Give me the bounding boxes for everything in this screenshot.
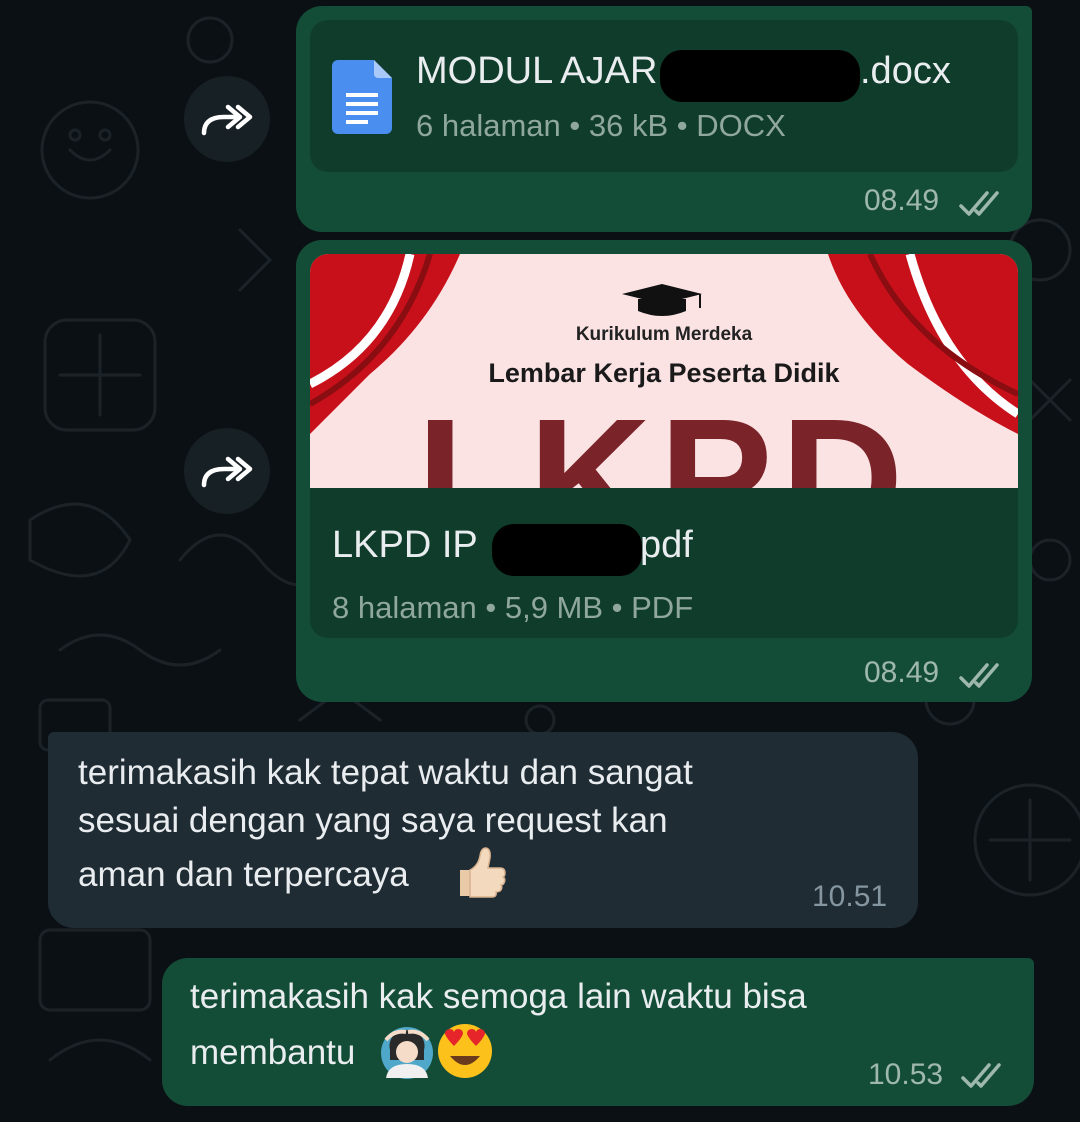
message-bubble-incoming[interactable]: terimakasih kak tepat waktu dan sangat s… — [48, 732, 918, 928]
message-time: 10.53 — [868, 1058, 944, 1091]
message-time: 10.51 — [812, 880, 888, 913]
message-bubble-document[interactable]: MODUL AJAR .docx 6 halaman • 36 kB • DOC… — [296, 6, 1032, 232]
heart-eyes-emoji — [438, 1024, 492, 1078]
redaction-mark — [660, 50, 860, 102]
woman-gesturing-ok-emoji — [381, 1027, 433, 1079]
forward-button[interactable] — [184, 428, 270, 514]
thumbs-up-emoji — [460, 847, 506, 898]
message-text-line: membantu — [190, 1033, 356, 1072]
forward-arrow-icon — [201, 104, 253, 136]
document-meta: 8 halaman • 5,9 MB • PDF — [332, 590, 694, 625]
double-check-icon — [959, 663, 999, 688]
message-text-line: terimakasih kak tepat waktu dan sangat — [78, 753, 693, 792]
forward-button[interactable] — [184, 76, 270, 162]
message-bubble-document-preview[interactable]: Kurikulum Merdeka Lembar Kerja Peserta D… — [296, 240, 1032, 702]
redaction-mark — [492, 524, 642, 576]
preview-subtitle: Kurikulum Merdeka — [575, 324, 753, 345]
message-time: 08.49 — [864, 656, 940, 689]
document-name-end: pdf — [640, 524, 693, 566]
document-card[interactable]: MODUL AJAR .docx 6 halaman • 36 kB • DOC… — [310, 20, 1018, 172]
message-time: 08.49 — [864, 184, 940, 217]
document-card[interactable]: Kurikulum Merdeka Lembar Kerja Peserta D… — [310, 254, 1018, 638]
document-meta: 6 halaman • 36 kB • DOCX — [416, 108, 786, 143]
message-text-line: aman dan terpercaya — [78, 855, 409, 894]
document-name-start: MODUL AJAR — [416, 50, 658, 92]
document-name-end: .docx — [860, 50, 951, 92]
message-bubble-outgoing[interactable]: terimakasih kak semoga lain waktu bisa m… — [162, 958, 1034, 1106]
document-name-start: LKPD IP — [332, 524, 478, 566]
double-check-icon — [959, 191, 999, 216]
forward-arrow-icon — [201, 456, 253, 488]
double-check-icon — [961, 1063, 1001, 1088]
google-docs-icon — [332, 60, 392, 134]
preview-big-text: LKPD — [416, 384, 912, 488]
document-preview-image[interactable]: Kurikulum Merdeka Lembar Kerja Peserta D… — [310, 254, 1018, 488]
message-text-line: sesuai dengan yang saya request kan — [78, 801, 668, 840]
message-text-line: terimakasih kak semoga lain waktu bisa — [190, 977, 807, 1016]
